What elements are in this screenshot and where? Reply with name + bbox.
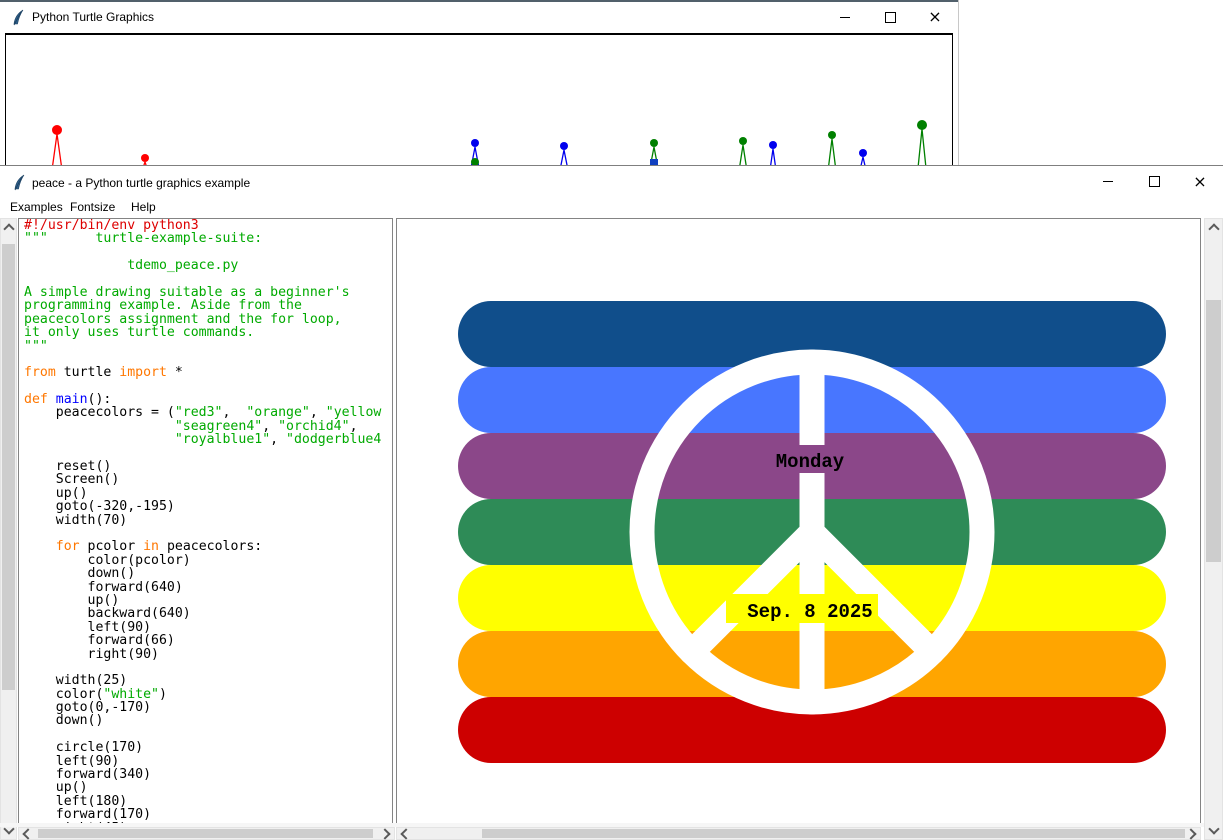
menu-fontsize[interactable]: Fontsize [70, 200, 115, 214]
canvas-scroll-up-button[interactable] [1205, 219, 1222, 236]
chevron-down-icon [1208, 823, 1219, 834]
turtle-maximize-button[interactable] [875, 2, 905, 32]
chevron-up-icon [3, 223, 14, 234]
chevron-right-icon [1185, 828, 1196, 839]
peace-titlebar[interactable]: peace - a Python turtle graphics example… [0, 166, 1223, 197]
peace-close-button[interactable]: × [1185, 166, 1215, 197]
svg-text:Sep. 8 2025: Sep. 8 2025 [747, 601, 872, 623]
turtle-close-button[interactable]: × [920, 2, 950, 32]
code-scroll-right-button[interactable] [379, 828, 394, 839]
chevron-up-icon [1208, 223, 1219, 234]
code-horizontal-scroll-thumb[interactable] [38, 829, 373, 838]
tk-feather-icon [11, 9, 26, 26]
turtle-minimize-button[interactable] [830, 2, 860, 32]
menubar: Examples Fontsize Help [0, 197, 1223, 218]
drawing-canvas-pane[interactable]: Monday Sep. 8 2025 [396, 218, 1201, 824]
turtle-titlebar[interactable]: Python Turtle Graphics × [0, 0, 958, 32]
code-scroll-left-button[interactable] [19, 828, 34, 839]
minimize-icon [1103, 181, 1113, 182]
canvas-vertical-scrollbar[interactable] [1204, 218, 1223, 840]
peace-maximize-button[interactable] [1139, 166, 1169, 197]
canvas-vertical-scroll-thumb[interactable] [1206, 300, 1221, 562]
canvas-scroll-right-button[interactable] [1185, 828, 1200, 839]
peace-minimize-button[interactable] [1093, 166, 1123, 197]
code-vertical-scrollbar[interactable] [0, 218, 17, 840]
source-code[interactable]: #!/usr/bin/env python3""" turtle-example… [24, 219, 392, 823]
canvas-scroll-left-button[interactable] [397, 828, 412, 839]
canvas-horizontal-scroll-thumb[interactable] [482, 829, 1187, 838]
turtle-canvas-drawing [6, 35, 952, 165]
peace-window-title: peace - a Python turtle graphics example [32, 176, 250, 190]
peace-drawing: Monday Sep. 8 2025 [397, 219, 1200, 823]
code-scroll-up-button[interactable] [1, 219, 16, 236]
canvas-horizontal-scrollbar[interactable] [396, 827, 1201, 840]
menu-help[interactable]: Help [131, 200, 156, 214]
close-icon: × [1193, 174, 1206, 190]
svg-text:Monday: Monday [776, 451, 845, 473]
maximize-icon [1149, 176, 1160, 187]
minimize-icon [840, 17, 850, 18]
menu-examples[interactable]: Examples [10, 200, 63, 214]
maximize-icon [885, 12, 896, 23]
code-vertical-scroll-thumb[interactable] [2, 244, 15, 690]
chevron-left-icon [22, 828, 33, 839]
chevron-right-icon [379, 828, 390, 839]
close-icon: × [928, 9, 941, 25]
turtle-window-title: Python Turtle Graphics [32, 10, 154, 24]
tk-feather-icon [12, 174, 27, 191]
code-horizontal-scrollbar[interactable] [18, 827, 395, 840]
chevron-left-icon [400, 828, 411, 839]
peace-window: peace - a Python turtle graphics example… [0, 165, 1223, 840]
canvas-scroll-down-button[interactable] [1205, 822, 1222, 839]
